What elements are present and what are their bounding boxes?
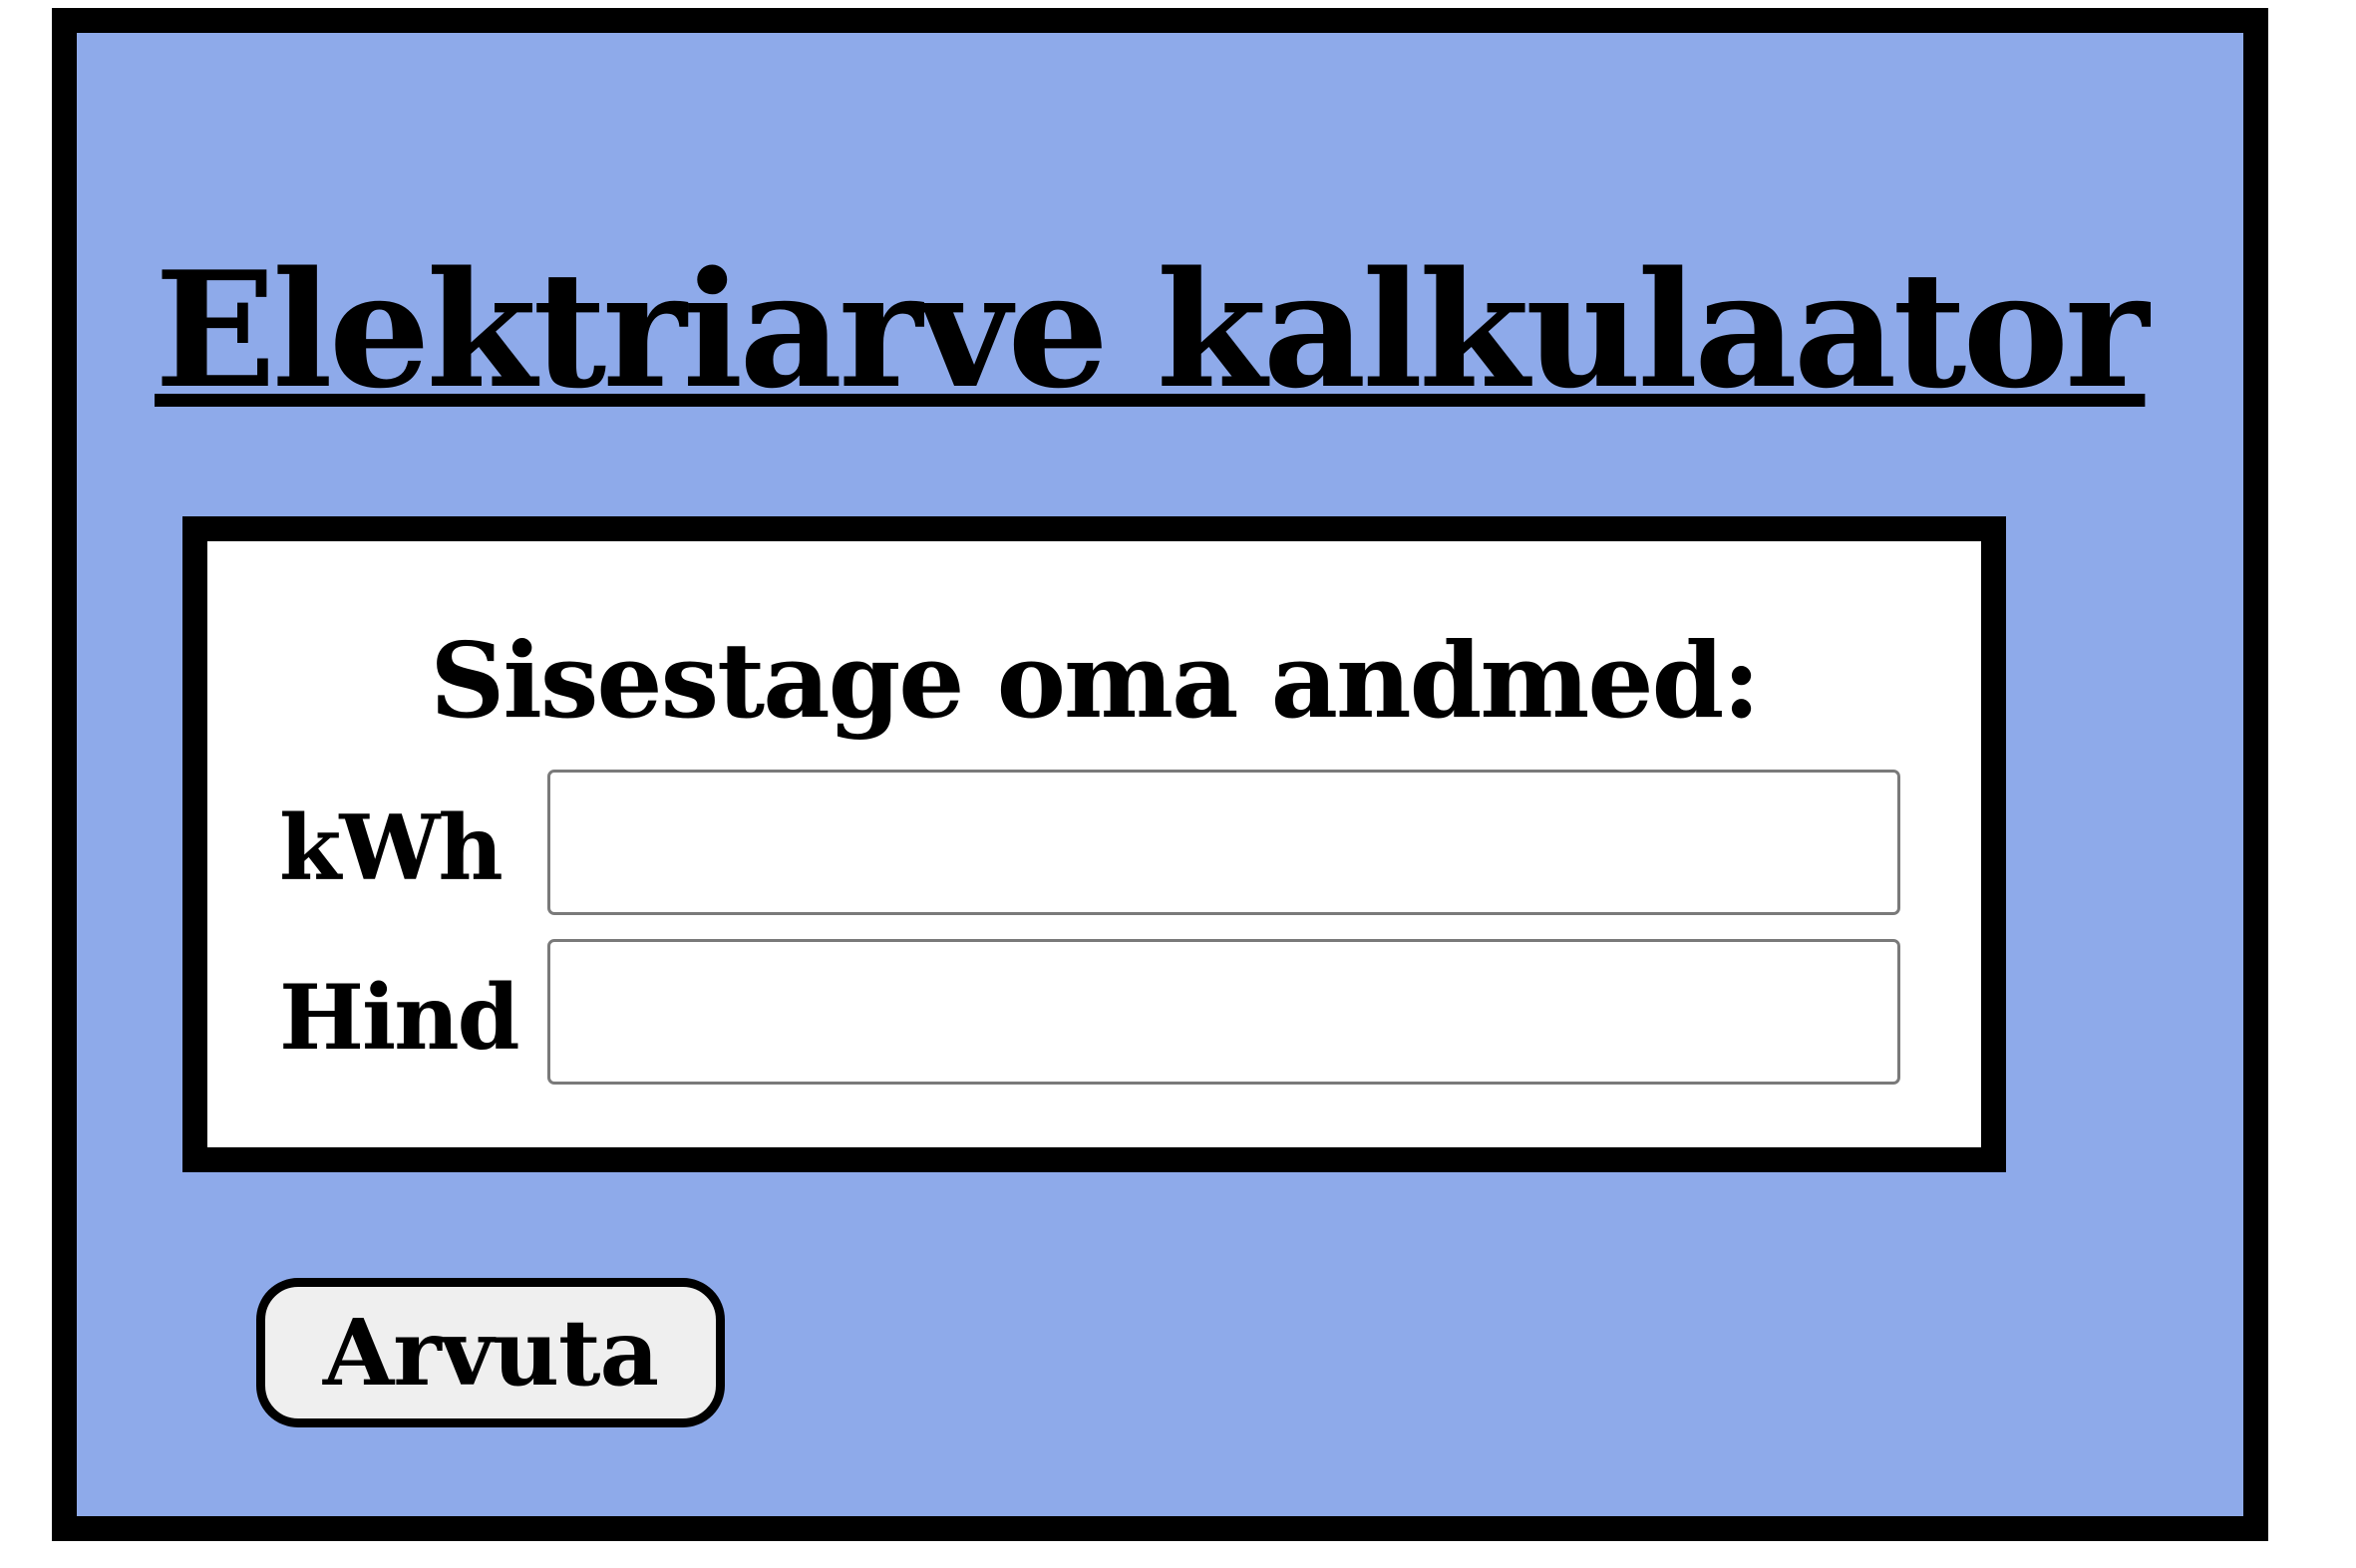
price-label: Hind	[279, 965, 520, 1071]
calculator-frame: Elektriarve kalkulaator Sisestage oma an…	[52, 8, 2268, 1541]
form-heading: Sisestage oma andmed:	[430, 619, 1760, 742]
page-title: Elektriarve kalkulaator	[155, 236, 2149, 424]
kwh-input[interactable]	[547, 770, 1900, 915]
kwh-label: kWh	[279, 795, 504, 901]
input-card: Sisestage oma andmed: kWh Hind	[182, 516, 2006, 1172]
calculate-button[interactable]: Arvuta	[256, 1278, 725, 1427]
price-input[interactable]	[547, 939, 1900, 1085]
